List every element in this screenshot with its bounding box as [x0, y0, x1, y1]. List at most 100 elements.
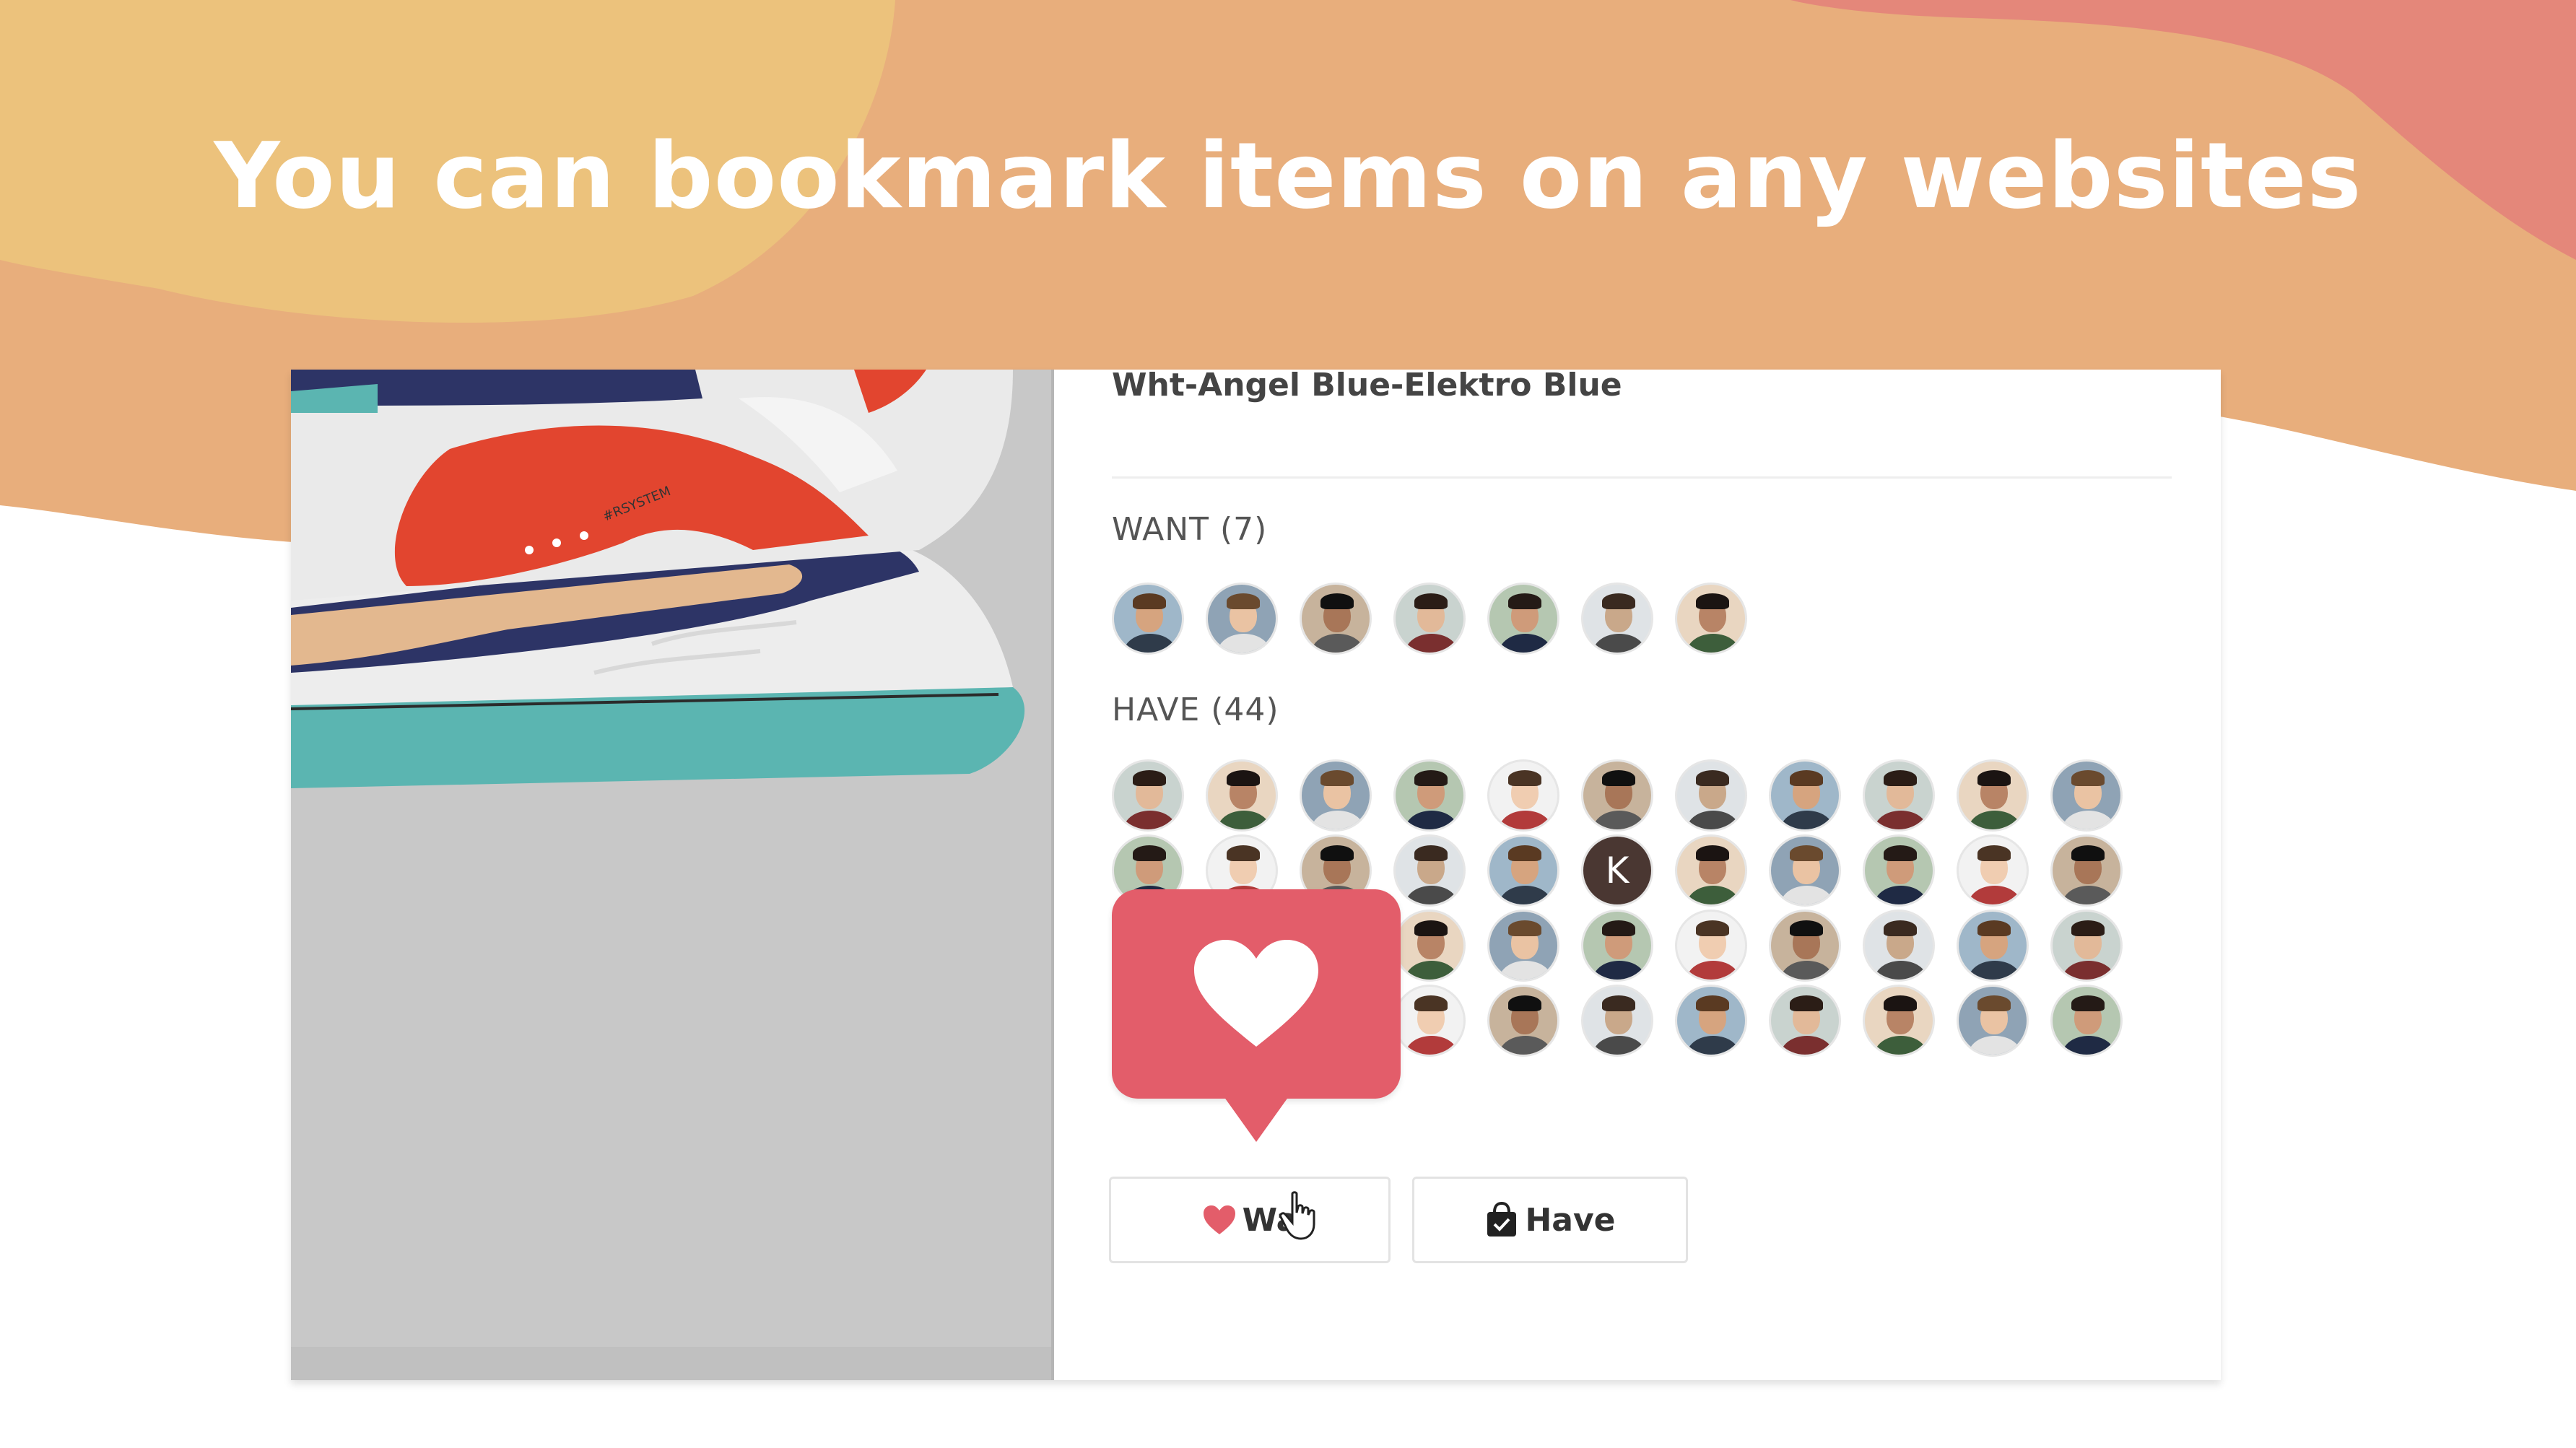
- avatar-hair: [1602, 920, 1635, 936]
- user-avatar[interactable]: [1487, 759, 1559, 832]
- avatar-hair: [1977, 845, 2011, 861]
- avatar-hair: [1320, 845, 1354, 861]
- avatar-body: [1593, 634, 1645, 653]
- user-avatar[interactable]: [1769, 759, 1841, 832]
- user-avatar[interactable]: [1300, 583, 1372, 655]
- avatar-body: [2063, 1036, 2115, 1055]
- avatar-body: [1593, 1036, 1645, 1055]
- want-section-label: WANT (7): [1112, 511, 1268, 548]
- avatar-hair: [2071, 770, 2105, 786]
- user-avatar[interactable]: [2050, 985, 2123, 1057]
- user-avatar[interactable]: [1487, 985, 1559, 1057]
- user-avatar[interactable]: [1675, 759, 1747, 832]
- avatar-body: [2063, 811, 2115, 829]
- user-avatar[interactable]: [2050, 834, 2123, 907]
- user-avatar[interactable]: [1675, 910, 1747, 982]
- user-avatar[interactable]: [1675, 583, 1747, 655]
- user-avatar[interactable]: [1487, 910, 1559, 982]
- user-avatar[interactable]: [1675, 834, 1747, 907]
- user-avatar[interactable]: [1863, 759, 1935, 832]
- avatar-body: [1500, 811, 1552, 829]
- avatar-hair: [1133, 770, 1166, 786]
- user-avatar[interactable]: [1769, 910, 1841, 982]
- avatar-hair: [1508, 920, 1541, 936]
- avatar-body: [1687, 634, 1739, 653]
- user-avatar[interactable]: [1863, 985, 1935, 1057]
- shopping-bag-check-icon: [1487, 1202, 1517, 1237]
- user-avatar[interactable]: [1957, 759, 2029, 832]
- avatar-hair: [1508, 770, 1541, 786]
- want-added-popup: [1112, 889, 1401, 1142]
- slide: You can bookmark items on any websites #…: [0, 0, 2576, 1448]
- user-avatar[interactable]: [1581, 759, 1653, 832]
- avatar-hair: [1696, 995, 1729, 1011]
- heart-icon: [1203, 1205, 1235, 1234]
- avatar-hair: [1884, 845, 1917, 861]
- avatar-hair: [1602, 770, 1635, 786]
- user-avatar[interactable]: [1112, 759, 1184, 832]
- user-avatar[interactable]: [1487, 583, 1559, 655]
- user-avatar[interactable]: [1393, 910, 1466, 982]
- want-button[interactable]: Wa: [1109, 1177, 1391, 1263]
- user-avatar[interactable]: [1206, 759, 1278, 832]
- avatar-hair: [1133, 845, 1166, 861]
- user-avatar[interactable]: [1393, 759, 1466, 832]
- avatar-hair: [1977, 920, 2011, 936]
- user-avatar[interactable]: [1675, 985, 1747, 1057]
- avatar-body: [1406, 886, 1458, 904]
- avatar-body: [2063, 961, 2115, 980]
- avatar-body: [1875, 1036, 1927, 1055]
- user-avatar[interactable]: [1581, 985, 1653, 1057]
- avatar-body: [1218, 811, 1270, 829]
- avatar-body: [1500, 886, 1552, 904]
- avatar-hair: [1884, 770, 1917, 786]
- user-avatar[interactable]: [1957, 985, 2029, 1057]
- user-avatar[interactable]: [2050, 759, 2123, 832]
- shoe-image: #RSYSTEM: [291, 370, 1051, 788]
- user-avatar[interactable]: [1769, 985, 1841, 1057]
- user-avatar[interactable]: [1393, 985, 1466, 1057]
- want-avatars: [1112, 583, 1747, 655]
- avatar-body: [1312, 811, 1364, 829]
- avatar-hair: [1414, 770, 1448, 786]
- avatar-body: [1593, 961, 1645, 980]
- avatar-hair: [1884, 920, 1917, 936]
- user-avatar[interactable]: [1957, 910, 2029, 982]
- user-avatar[interactable]: [1112, 583, 1184, 655]
- avatar-hair: [1227, 845, 1260, 861]
- variant-title: Wht-Angel Blue-Elektro Blue: [1112, 370, 1622, 404]
- user-avatar[interactable]: [1581, 910, 1653, 982]
- user-avatar[interactable]: [1487, 834, 1559, 907]
- avatar-hair: [1227, 593, 1260, 609]
- have-button[interactable]: Have: [1412, 1177, 1688, 1263]
- avatar-body: [1687, 961, 1739, 980]
- user-avatar[interactable]: [1581, 583, 1653, 655]
- popup-heart-icon: [1194, 940, 1318, 1047]
- avatar-body: [1781, 811, 1833, 829]
- user-avatar[interactable]: [1393, 583, 1466, 655]
- user-avatar-initial[interactable]: K: [1581, 834, 1653, 907]
- hand-cursor-icon: [1279, 1191, 1315, 1240]
- headline: You can bookmark items on any websites: [214, 123, 2362, 229]
- avatar-hair: [1414, 593, 1448, 609]
- user-avatar[interactable]: [1769, 834, 1841, 907]
- avatar-body: [1218, 634, 1270, 653]
- avatar-hair: [1508, 995, 1541, 1011]
- avatar-hair: [1602, 995, 1635, 1011]
- user-avatar[interactable]: [2050, 910, 2123, 982]
- product-image-pane: #RSYSTEM: [291, 370, 1054, 1380]
- user-avatar[interactable]: [1863, 834, 1935, 907]
- avatar-body: [1969, 811, 2021, 829]
- avatar-body: [1969, 1036, 2021, 1055]
- have-section-label: HAVE (44): [1112, 692, 1279, 728]
- user-avatar[interactable]: [1957, 834, 2029, 907]
- user-avatar[interactable]: [1206, 583, 1278, 655]
- user-avatar[interactable]: [1300, 759, 1372, 832]
- avatar-hair: [1414, 845, 1448, 861]
- user-avatar[interactable]: [1863, 910, 1935, 982]
- avatar-body: [1875, 886, 1927, 904]
- user-avatar[interactable]: [1393, 834, 1466, 907]
- avatar-body: [1781, 1036, 1833, 1055]
- avatar-body: [1124, 811, 1176, 829]
- avatar-body: [1687, 886, 1739, 904]
